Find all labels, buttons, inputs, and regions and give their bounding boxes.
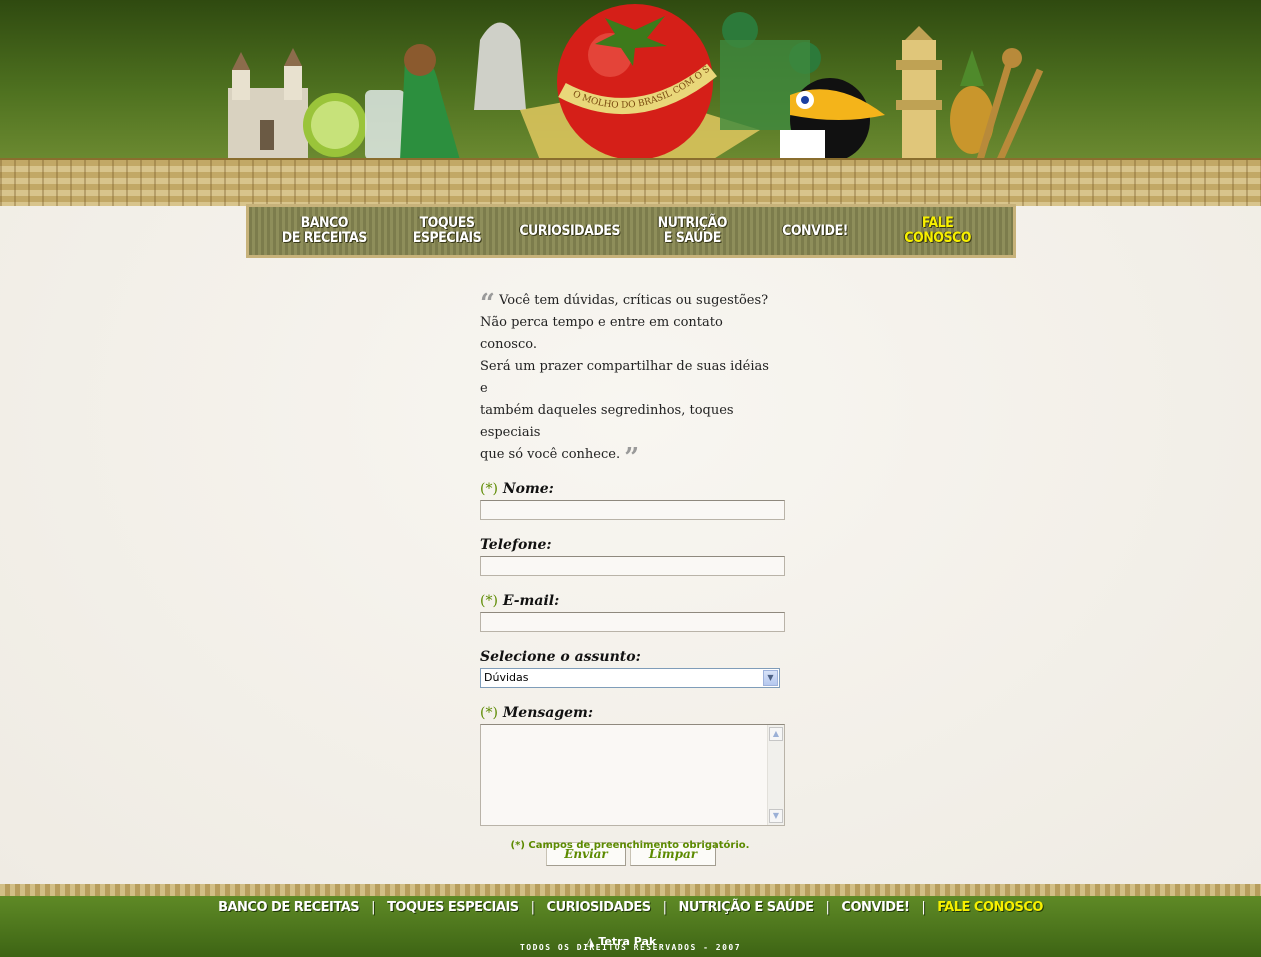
- telefone-input[interactable]: [480, 556, 785, 576]
- footer-straw-border: [0, 884, 1261, 896]
- assunto-selected-value: Dúvidas: [484, 671, 529, 684]
- nav-nutricao-e-saude[interactable]: NUTRIÇÃO E SAÚDE: [637, 211, 747, 251]
- required-marker: (*): [480, 481, 498, 497]
- assunto-select[interactable]: Dúvidas ▼: [480, 668, 780, 688]
- christ-statue-illustration: [474, 22, 526, 110]
- intro-line-5: que só você conhece.: [480, 447, 621, 462]
- header-banner: O MOLHO DO BRASIL COM O SEU TOQUE: [0, 0, 1261, 206]
- footer-link-nutricao-e-saude[interactable]: NUTRIÇÃO E SAÚDE: [667, 900, 826, 915]
- intro-quote: “ Você tem dúvidas, críticas ou sugestõe…: [480, 290, 780, 471]
- main-navigation: BANCO DE RECEITAS TOQUES ESPECIAIS CURIO…: [246, 204, 1016, 258]
- nav-convide[interactable]: CONVIDE!: [760, 211, 870, 251]
- close-quote-icon: ”: [624, 443, 640, 473]
- intro-line-1: Você tem dúvidas, críticas ou sugestões?: [499, 293, 769, 308]
- mensagem-label: (*) Mensagem:: [480, 702, 790, 724]
- telefone-label-text: Telefone:: [480, 537, 552, 553]
- nome-label-text: Nome:: [502, 481, 554, 497]
- footer-link-curiosidades[interactable]: CURIOSIDADES: [535, 900, 663, 915]
- nome-label: (*) Nome:: [480, 478, 790, 500]
- nav-toques-especiais[interactable]: TOQUES ESPECIAIS: [392, 211, 502, 251]
- copyright-text: TODOS OS DIREITOS RESERVADOS - 2007: [519, 943, 742, 952]
- footer-link-fale-conosco[interactable]: FALE CONOSCO: [925, 900, 1055, 915]
- footer-link-banco-de-receitas[interactable]: BANCO DE RECEITAS: [206, 900, 371, 915]
- intro-line-2: Não perca tempo e entre em contato conos…: [480, 315, 723, 352]
- footer-link-toques-especiais[interactable]: TOQUES ESPECIAIS: [375, 900, 531, 915]
- straw-border: [0, 158, 1261, 206]
- telefone-field-group: Telefone:: [480, 534, 790, 576]
- contact-form-section: “ Você tem dúvidas, críticas ou sugestõe…: [480, 290, 790, 866]
- nav-curiosidades[interactable]: CURIOSIDADES: [515, 211, 625, 251]
- mensagem-field-group: (*) Mensagem: ▲ ▼: [480, 702, 790, 826]
- footer-navigation: BANCO DE RECEITAS | TOQUES ESPECIAIS | C…: [0, 900, 1261, 915]
- chevron-down-icon[interactable]: ▼: [763, 670, 778, 686]
- scroll-up-icon[interactable]: ▲: [769, 727, 783, 741]
- tower-illustration: [896, 26, 942, 160]
- mensagem-label-text: Mensagem:: [502, 705, 594, 721]
- telefone-label: Telefone:: [480, 534, 790, 556]
- assunto-label: Selecione o assunto:: [480, 646, 790, 668]
- required-marker: (*): [480, 593, 498, 609]
- email-label: (*) E-mail:: [480, 590, 790, 612]
- email-field-group: (*) E-mail:: [480, 590, 790, 632]
- required-fields-note: (*) Campos de preenchimento obrigatório.: [510, 840, 750, 851]
- nav-banco-de-receitas[interactable]: BANCO DE RECEITAS: [269, 211, 379, 251]
- email-label-text: E-mail:: [502, 593, 560, 609]
- email-input[interactable]: [480, 612, 785, 632]
- church-illustration: [228, 48, 308, 160]
- nome-field-group: (*) Nome:: [480, 478, 790, 520]
- nav-fale-conosco[interactable]: FALE CONOSCO: [883, 211, 993, 251]
- scroll-down-icon[interactable]: ▼: [769, 809, 783, 823]
- nome-input[interactable]: [480, 500, 785, 520]
- assunto-field-group: Selecione o assunto: Dúvidas ▼: [480, 646, 790, 688]
- footer-link-convide[interactable]: CONVIDE!: [829, 900, 921, 915]
- required-marker: (*): [480, 705, 498, 721]
- mensagem-textarea[interactable]: ▲ ▼: [480, 724, 785, 826]
- intro-line-4: também daqueles segredinhos, toques espe…: [480, 403, 734, 440]
- intro-line-3: Será um prazer compartilhar de suas idéi…: [480, 359, 769, 396]
- textarea-scrollbar[interactable]: ▲ ▼: [767, 725, 784, 825]
- assunto-label-text: Selecione o assunto:: [480, 649, 641, 665]
